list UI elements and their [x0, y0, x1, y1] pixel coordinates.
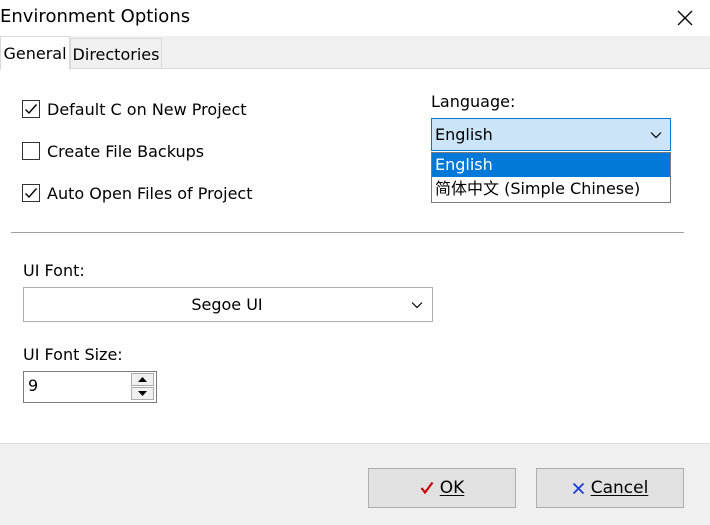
ui-font-size-value: 9 — [28, 376, 39, 395]
separator — [11, 232, 684, 233]
file-backups-label: Create File Backups — [47, 141, 205, 161]
default-c-checkbox[interactable]: Default C on New Project — [22, 98, 247, 120]
arrow-up-icon — [138, 377, 147, 382]
close-icon — [677, 10, 693, 26]
spin-down-button[interactable] — [131, 387, 154, 400]
default-c-label: Default C on New Project — [47, 99, 247, 119]
checkmark-icon — [25, 188, 38, 199]
checkbox-box[interactable] — [22, 142, 40, 160]
checkbox-box[interactable] — [22, 100, 40, 118]
tab-general[interactable]: General — [0, 36, 70, 70]
chevron-down-icon — [642, 131, 670, 139]
blue-x-icon — [572, 482, 585, 495]
file-backups-checkbox[interactable]: Create File Backups — [22, 140, 204, 162]
language-option-english[interactable]: English — [432, 153, 670, 177]
cancel-label: Cancel — [590, 478, 649, 498]
language-select[interactable]: English — [431, 118, 671, 151]
ok-button[interactable]: OK — [368, 468, 516, 508]
auto-open-label: Auto Open Files of Project — [47, 183, 253, 203]
language-selected-value: English — [435, 125, 493, 144]
ui-font-size-label: UI Font Size: — [23, 345, 123, 364]
checkmark-icon — [25, 104, 38, 115]
arrow-down-icon — [138, 391, 147, 396]
cancel-button[interactable]: Cancel — [536, 468, 684, 508]
checkbox-box[interactable] — [22, 184, 40, 202]
ui-font-size-spinbox[interactable]: 9 — [23, 371, 157, 403]
chevron-down-icon — [402, 301, 432, 309]
ok-label: OK — [439, 478, 465, 498]
language-dropdown-list: English 简体中文 (Simple Chinese) — [431, 152, 671, 203]
auto-open-checkbox[interactable]: Auto Open Files of Project — [22, 182, 253, 204]
tab-directories[interactable]: Directories — [70, 38, 162, 69]
ui-font-label: UI Font: — [23, 261, 85, 280]
spin-up-button[interactable] — [131, 373, 154, 386]
red-check-icon — [420, 481, 434, 495]
language-option-chinese[interactable]: 简体中文 (Simple Chinese) — [432, 177, 670, 201]
close-button[interactable] — [668, 2, 702, 34]
ui-font-value: Segoe UI — [191, 295, 263, 314]
title-bar: Environment Options — [0, 0, 710, 36]
ui-font-select[interactable]: Segoe UI — [23, 287, 433, 322]
language-label: Language: — [431, 92, 516, 111]
window-title: Environment Options — [0, 6, 191, 27]
